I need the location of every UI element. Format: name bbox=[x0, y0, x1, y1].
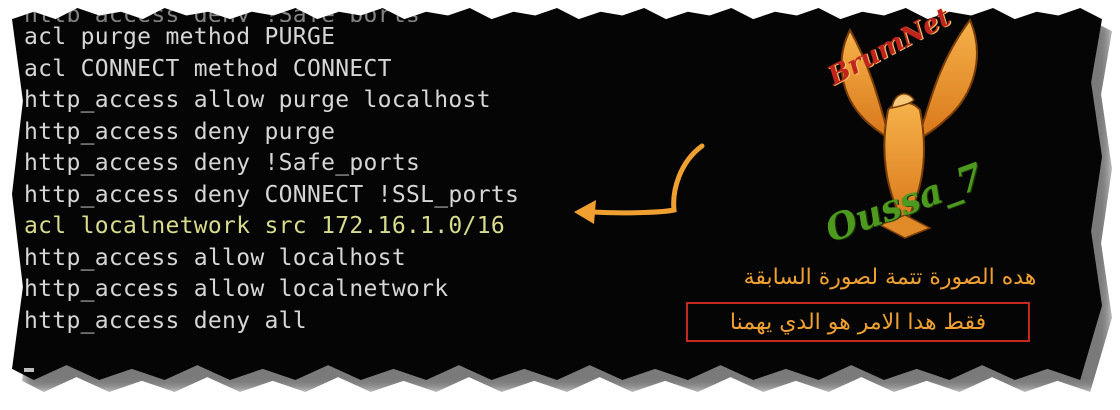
terminal-output: http_access deny !Safe_ports acl purge m… bbox=[24, 8, 520, 337]
terminal-line: http_access deny !Safe_ports bbox=[24, 150, 421, 176]
terminal-line: acl purge method PURGE bbox=[24, 24, 336, 50]
annotation-note-box: فقط هدا الامر هو الدي يهمنا bbox=[686, 302, 1030, 342]
terminal-line: http_access deny CONNECT !SSL_ports bbox=[24, 181, 520, 208]
terminal-line: http_access deny purge bbox=[24, 118, 336, 145]
terminal-line-partial: http_access deny !Safe_ports bbox=[24, 2, 421, 22]
terminal-line: http_access allow localnetwork bbox=[24, 276, 449, 302]
terminal-line-highlighted: acl localnetwork src 172.16.1.0/16 bbox=[24, 213, 506, 239]
arrow-icon bbox=[574, 143, 705, 224]
terminal-line: http_access allow localhost bbox=[24, 244, 406, 271]
annotation-note: فقط هدا الامر هو الدي يهمنا bbox=[729, 309, 987, 335]
terminal-cursor bbox=[24, 368, 34, 372]
terminal-line: http_access deny all bbox=[24, 307, 307, 334]
annotation-caption: هده الصورة تتمة لصورة السابقة bbox=[743, 265, 1037, 290]
terminal-line: acl CONNECT method CONNECT bbox=[24, 55, 392, 82]
terminal-line: http_access allow purge localhost bbox=[24, 87, 491, 113]
